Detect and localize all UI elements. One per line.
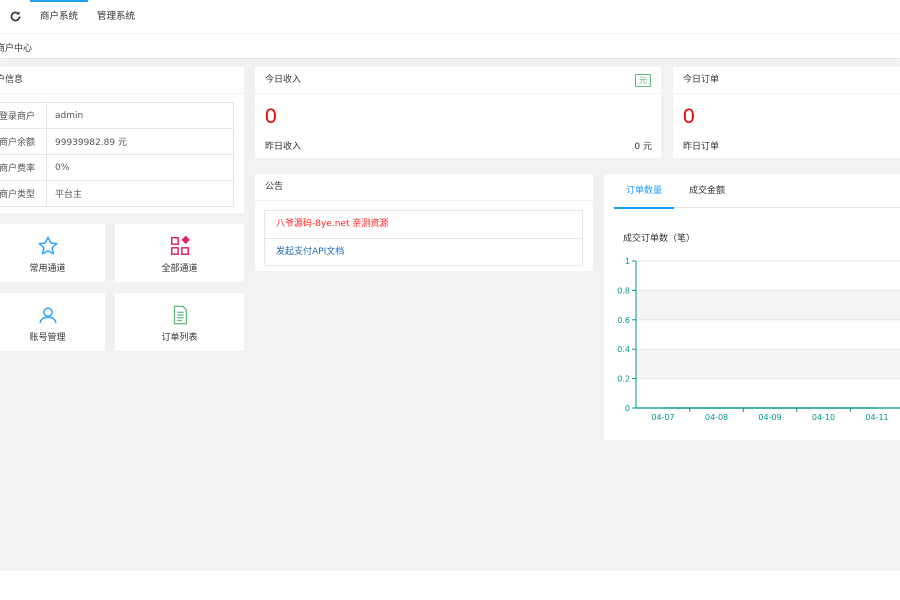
shortcut-all-channels[interactable]: 全部通道 — [115, 224, 244, 282]
y-tick-label: 0.4 — [617, 345, 630, 354]
yesterday-orders-label: 昨日订单 — [683, 142, 720, 152]
y-tick-label: 0.8 — [617, 286, 630, 295]
yesterday-income-label: 昨日收入 — [265, 142, 302, 152]
today-income-value: 0 — [265, 105, 277, 128]
order-count-line-chart: 0 0.2 0.4 0.6 0.8 1 04-07 04-08 04-09 04-10 04-11 — [617, 257, 900, 422]
notice-list: 八爷源码-8ye.net 亲测资源 发起支付API文档 — [264, 210, 583, 266]
dashboard-content: 户信息 登录商户 admin 商户余额 99939982.89 元商户费率 0% 商户类型… — [0, 60, 900, 571]
shortcut-order-list[interactable]: 订单列表 — [115, 293, 244, 351]
today-income-card: 今日收入 元 0 昨日收入 0 元 — [255, 67, 661, 158]
merchant-info-value: 99939982.89 元 — [46, 128, 234, 155]
merchant-info-key: 商户费率 — [0, 154, 47, 181]
y-tick-label: 1 — [625, 257, 630, 266]
today-orders-value: 0 — [683, 105, 695, 128]
merchant-info-row: 商户费率 0% — [0, 154, 234, 181]
y-tick-label: 0 — [625, 404, 630, 413]
merchant-info-value: admin — [46, 102, 234, 129]
merchant-info-value: 平台主 — [46, 180, 234, 207]
today-orders-title: 今日订单 — [673, 67, 900, 94]
nav-admin-system[interactable]: 管理系统 — [97, 0, 135, 33]
shortcut-common-channels[interactable]: 常用通道 — [0, 224, 105, 282]
y-tick-label: 0.6 — [617, 316, 630, 325]
x-tick-label: 04-11 — [865, 413, 888, 422]
notice-card: 公告 八爷源码-8ye.net 亲测资源 发起支付API文档 — [255, 174, 593, 271]
currency-badge: 元 — [635, 74, 651, 87]
merchant-info-row: 商户余额 99939982.89 元 — [0, 128, 234, 155]
shortcut-label: 账号管理 — [29, 333, 66, 343]
user-icon — [39, 307, 56, 324]
x-tick-label: 04-07 — [651, 413, 674, 422]
tab-transaction-amount[interactable]: 成交金额 — [689, 174, 725, 208]
y-tick-label: 0.2 — [617, 375, 630, 384]
tab-order-count[interactable]: 订单数量 — [613, 174, 675, 209]
grid-apps-icon — [170, 235, 190, 255]
top-header: 商户系统 管理系统 — [0, 0, 900, 33]
breadcrumb: 商户中心 — [0, 33, 900, 59]
today-orders-card: 今日订单 0 昨日订单 — [673, 67, 900, 158]
x-tick-label: 04-10 — [812, 413, 835, 422]
shortcut-label: 全部通道 — [161, 264, 198, 274]
star-icon — [38, 236, 57, 255]
grid-band — [636, 290, 900, 320]
nav-merchant-system[interactable]: 商户系统 — [29, 0, 89, 33]
merchant-info-title: 户信息 — [0, 67, 244, 94]
notice-title: 公告 — [255, 174, 593, 201]
merchant-info-value: 0% — [46, 154, 234, 181]
merchant-info-key: 商户类型 — [0, 180, 47, 207]
chart-title: 成交订单数（笔） — [623, 234, 696, 244]
merchant-info-key: 登录商户 — [0, 102, 47, 129]
merchant-info-row: 登录商户 admin — [0, 102, 234, 129]
breadcrumb-current[interactable]: 商户中心 — [0, 41, 32, 54]
yesterday-income-value: 0 元 — [634, 142, 652, 152]
notice-item[interactable]: 八爷源码-8ye.net 亲测资源 — [265, 211, 582, 238]
merchant-info-card: 户信息 登录商户 admin 商户余额 99939982.89 元商户费率 0% 商户类型… — [0, 67, 244, 213]
today-income-title: 今日收入 — [255, 67, 661, 94]
merchant-info-key: 商户余额 — [0, 128, 47, 155]
x-tick-label: 04-08 — [705, 413, 728, 422]
chart-tabs: 订单数量 成交金额 — [613, 174, 900, 209]
shortcut-label: 常用通道 — [29, 264, 66, 274]
grid-band — [636, 349, 900, 379]
merchant-info-row: 商户类型 平台主 — [0, 180, 234, 207]
shortcut-label: 订单列表 — [161, 333, 198, 343]
refresh-icon[interactable] — [9, 10, 22, 23]
merchant-info-table: 登录商户 admin 商户余额 99939982.89 元商户费率 0% 商户类型 平台主 — [0, 102, 234, 207]
x-tick-label: 04-09 — [758, 413, 781, 422]
notice-item[interactable]: 发起支付API文档 — [265, 238, 582, 265]
document-list-icon — [173, 305, 187, 325]
shortcut-account-management[interactable]: 账号管理 — [0, 293, 105, 351]
order-chart-card: 订单数量 成交金额 成交订单数（笔） 0 0.2 0.4 0.6 0.8 1 04-07 04… — [604, 174, 900, 440]
